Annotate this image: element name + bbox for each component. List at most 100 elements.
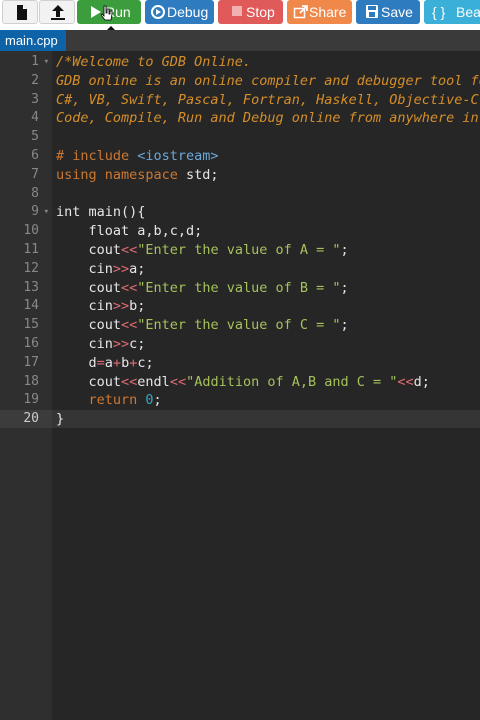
code-line: using namespace std; <box>56 166 219 184</box>
code-token: cout <box>56 317 122 334</box>
code-line: d=a+b+c; <box>56 354 154 372</box>
share-label: Share <box>309 4 347 20</box>
code-token: "Addition of A,B and C = " <box>186 373 398 390</box>
code-token: ; <box>153 392 162 409</box>
code-line: C#, VB, Swift, Pascal, Fortran, Haskell,… <box>56 91 480 109</box>
code-token: endl <box>137 373 170 390</box>
code-token: >> <box>112 336 130 352</box>
line-number-label: 7 <box>31 166 39 182</box>
code-token: b; <box>129 298 146 315</box>
beautify-button[interactable]: { } Beautify <box>424 0 480 24</box>
line-number-label: 3 <box>31 91 39 107</box>
line-number: 12 <box>0 260 52 278</box>
code-token: C#, VB, Swift, Pascal, Fortran, Haskell,… <box>56 91 480 108</box>
code-token: cout <box>56 242 122 258</box>
code-token: return <box>56 392 146 409</box>
code-token: "Enter the value of C = " <box>137 317 341 334</box>
debug-button[interactable]: Debug <box>145 0 214 24</box>
upload-icon <box>51 5 65 20</box>
code-area[interactable]: /*Welcome to GDB Online. GDB online is an… <box>52 51 480 720</box>
toolbar: Run Debug Stop Share Save { }Beautify <box>0 0 480 28</box>
code-token: /*Welcome to GDB Online. <box>56 54 252 70</box>
code-token: c; <box>137 354 154 371</box>
line-number: 19 <box>0 391 52 409</box>
code-token: >> <box>112 298 130 315</box>
code-token: << <box>397 373 414 390</box>
line-number: 9 ▾ <box>0 203 52 221</box>
code-token: << <box>121 317 138 334</box>
share-button[interactable]: Share <box>287 0 352 24</box>
code-line: /*Welcome to GDB Online. <box>56 53 251 71</box>
beautify-label: Beautify <box>456 4 480 20</box>
line-number-label: 16 <box>23 336 39 351</box>
fold-toggle-icon[interactable]: ▾ <box>44 203 49 221</box>
line-number-label: 14 <box>23 298 39 314</box>
code-line: cout<<"Enter the value of A = "; <box>56 241 349 259</box>
debug-icon <box>151 0 167 24</box>
code-token: << <box>121 279 138 296</box>
code-token: ; <box>340 317 349 334</box>
line-number-label: 10 <box>23 223 39 239</box>
line-number-label: 20 <box>23 411 39 427</box>
line-number: 16 <box>0 335 52 353</box>
line-number: 15 <box>0 316 52 334</box>
code-token: float a,b,c,d; <box>56 223 203 240</box>
code-line: int main(){ <box>56 203 145 221</box>
code-token: >> <box>112 260 130 277</box>
code-token: std; <box>186 166 219 183</box>
code-line: # include <iostream> <box>56 147 219 165</box>
line-number: 10 <box>0 222 52 240</box>
line-number-label: 9 <box>31 204 39 220</box>
line-number: 14 <box>0 297 52 315</box>
code-token: } <box>56 411 65 428</box>
save-button[interactable]: Save <box>356 0 420 24</box>
code-token: cin <box>56 260 113 277</box>
debug-label: Debug <box>167 4 209 20</box>
share-icon <box>293 0 309 24</box>
tab-bar: main.cpp <box>0 30 480 51</box>
line-number: 6 <box>0 147 52 165</box>
code-line: cin>>a; <box>56 260 146 278</box>
code-token: cin <box>56 336 113 352</box>
line-number: 18 <box>0 373 52 391</box>
line-number-label: 12 <box>23 260 39 276</box>
code-token: << <box>121 373 138 390</box>
code-line: cout<<"Enter the value of C = "; <box>56 316 349 334</box>
line-number: 5 <box>0 128 52 146</box>
save-icon <box>365 0 381 24</box>
code-token: 0 <box>145 392 154 409</box>
line-number-label: 6 <box>31 148 39 163</box>
line-number-label: 8 <box>31 185 39 201</box>
code-token: "Enter the value of B = " <box>137 279 341 296</box>
upload-button[interactable] <box>39 0 75 24</box>
new-file-button[interactable] <box>2 0 38 24</box>
file-icon <box>17 5 27 20</box>
code-line: float a,b,c,d; <box>56 222 203 240</box>
code-token: "Enter the value of A = " <box>137 242 341 258</box>
code-line: cout<<"Enter the value of B = "; <box>56 279 349 297</box>
braces-icon: { } <box>432 4 446 20</box>
stop-icon <box>230 0 246 24</box>
active-line-highlight <box>52 410 480 429</box>
code-token: cout <box>56 279 122 296</box>
line-number-label: 13 <box>23 279 39 295</box>
fold-toggle-icon[interactable]: ▾ <box>44 53 49 71</box>
code-token: a; <box>129 260 146 277</box>
line-number: 11 <box>0 241 52 259</box>
code-line: cout<<endl<<"Addition of A,B and C = "<<… <box>56 373 430 391</box>
code-token: = <box>96 354 105 371</box>
code-token: + <box>112 354 122 371</box>
line-number: 17 <box>0 354 52 372</box>
code-editor[interactable]: 1 ▾ 2 3 4 5 6 7 8 9 ▾ 10 11 12 13 14 15 16 17 18 19 20 /*Welc… <box>0 51 480 720</box>
stop-button[interactable]: Stop <box>218 0 283 24</box>
line-number-gutter: 1 ▾ 2 3 4 5 6 7 8 9 ▾ 10 11 12 13 14 15 16 17 18 19 20 <box>0 51 52 720</box>
code-line: Code, Compile, Run and Debug online from… <box>56 109 480 127</box>
line-number: 3 <box>0 91 52 109</box>
code-token: cout <box>56 373 122 390</box>
code-line: cin>>c; <box>56 335 146 353</box>
tab-main-cpp[interactable]: main.cpp <box>0 30 66 51</box>
code-token: d <box>56 354 97 371</box>
code-token: c; <box>129 336 146 352</box>
code-token: ; <box>340 242 349 258</box>
code-token: << <box>121 242 138 258</box>
